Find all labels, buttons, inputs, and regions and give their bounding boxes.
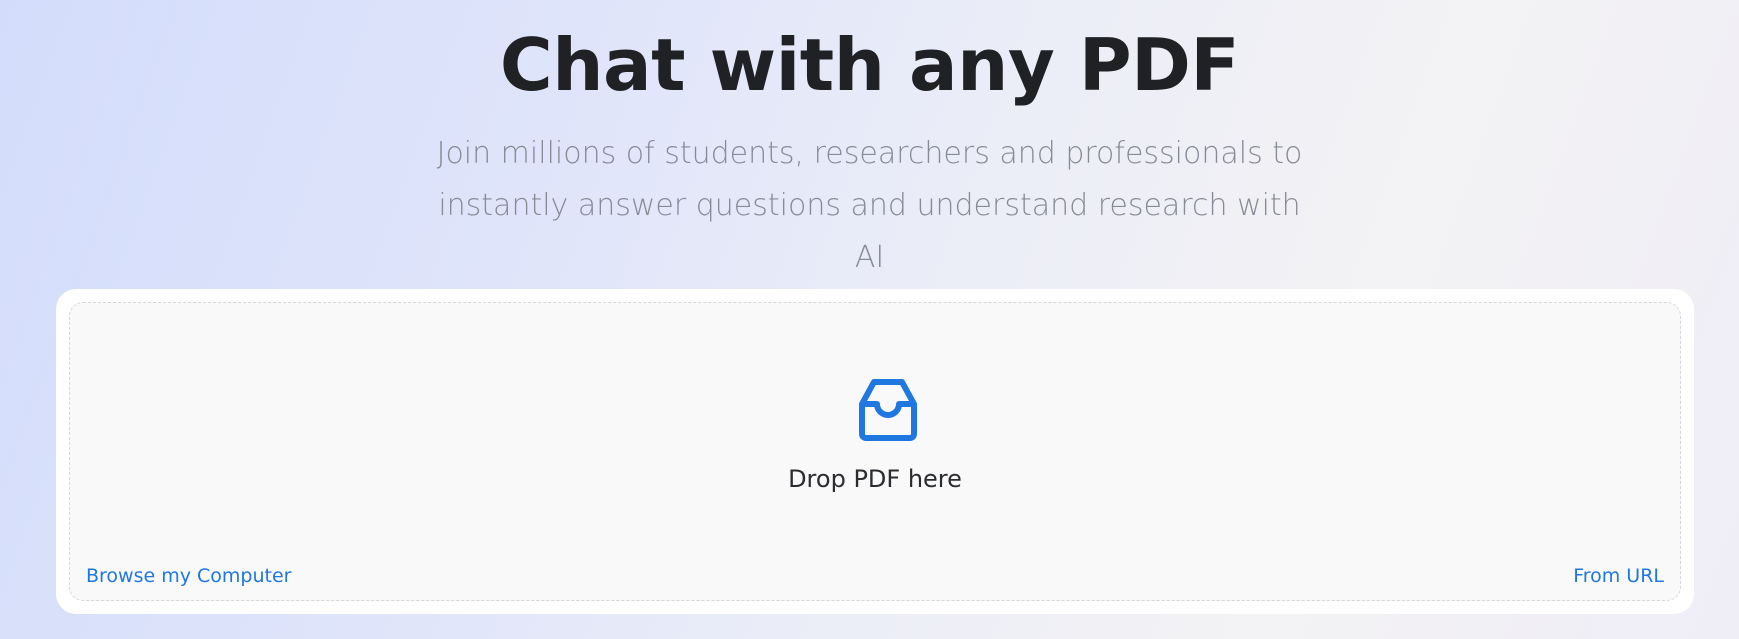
- from-url-link[interactable]: From URL: [1573, 563, 1664, 589]
- page-title: Chat with any PDF: [499, 23, 1240, 107]
- browse-computer-link[interactable]: Browse my Computer: [86, 563, 291, 589]
- page-subtitle: Join millions of students, researchers a…: [420, 128, 1320, 284]
- subtitle-line-2: instantly answer questions and understan…: [438, 188, 1301, 275]
- subtitle-line-1: Join millions of students, researchers a…: [436, 136, 1303, 171]
- upload-card: Drop PDF here Browse my Computer From UR…: [56, 289, 1694, 614]
- pdf-dropzone[interactable]: Drop PDF here Browse my Computer From UR…: [69, 302, 1681, 601]
- drop-pdf-label: Drop PDF here: [788, 465, 962, 493]
- inbox-icon: [859, 379, 917, 441]
